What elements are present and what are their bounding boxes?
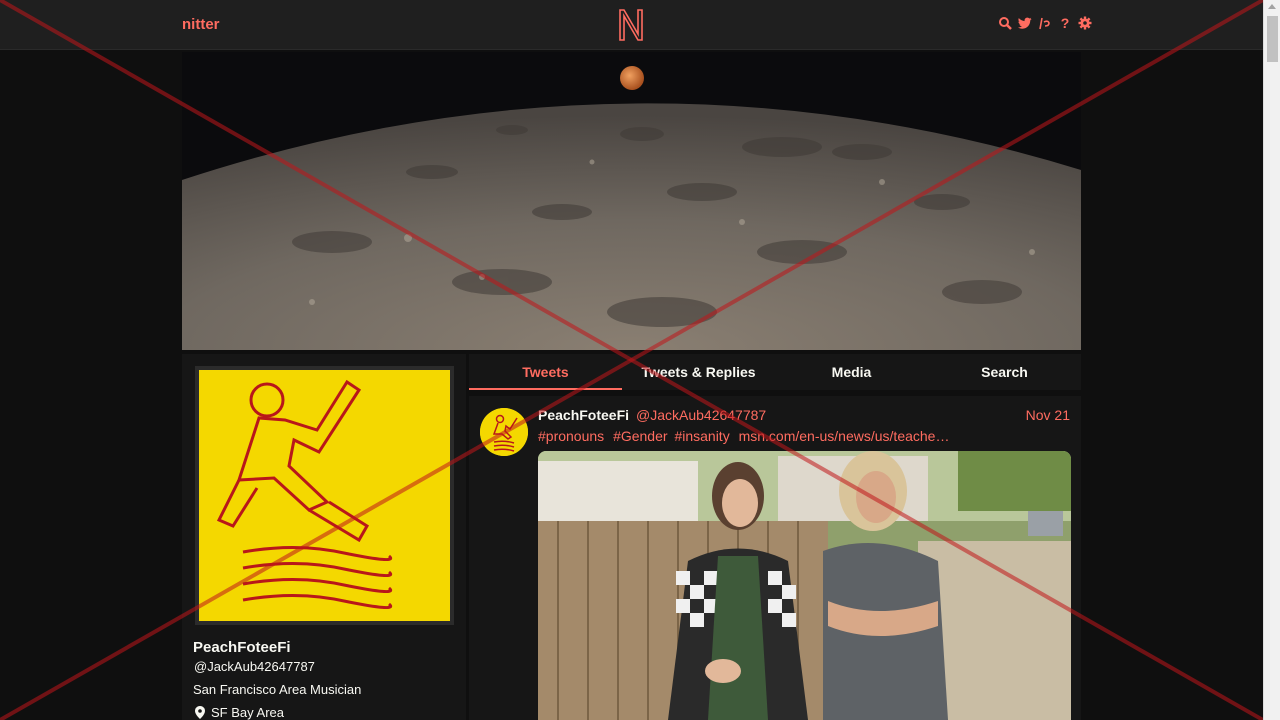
profile-location: SF Bay Area xyxy=(195,705,284,720)
twitter-icon[interactable] xyxy=(1018,15,1032,31)
help-icon[interactable]: ? xyxy=(1058,15,1072,31)
tab-tweets-replies[interactable]: Tweets & Replies xyxy=(622,354,775,390)
gear-icon[interactable] xyxy=(1078,15,1092,31)
search-icon[interactable] xyxy=(998,15,1012,31)
tweet-date[interactable]: Nov 21 xyxy=(1026,407,1070,423)
profile-location-text: SF Bay Area xyxy=(211,705,284,720)
tweet-url-link[interactable]: msn.com/en-us/news/us/teache… xyxy=(739,428,950,444)
profile-banner[interactable] xyxy=(182,52,1081,350)
tab-media[interactable]: Media xyxy=(775,354,928,390)
tweet-photo xyxy=(538,451,1071,720)
tweet-fullname[interactable]: PeachFoteeFi xyxy=(538,407,629,423)
instance-icon[interactable] xyxy=(1038,15,1052,31)
moon-banner-image xyxy=(182,52,1081,350)
brand-link[interactable]: nitter xyxy=(182,16,220,33)
top-navbar: nitter ? xyxy=(0,0,1263,50)
nitter-logo[interactable] xyxy=(617,7,645,43)
profile-card: PeachFoteeFi @JackAub42647787 San Franci… xyxy=(182,354,466,720)
nav-icons: ? xyxy=(998,15,1092,31)
tweet-content: #pronouns #Gender #insanity msn.com/en-u… xyxy=(538,428,954,444)
location-pin-icon xyxy=(195,706,205,719)
hashtag-link[interactable]: #pronouns xyxy=(538,428,604,444)
profile-username[interactable]: @JackAub42647787 xyxy=(194,659,315,674)
hashtag-link[interactable]: #insanity xyxy=(674,428,729,444)
tab-search[interactable]: Search xyxy=(928,354,1081,390)
profile-fullname[interactable]: PeachFoteeFi xyxy=(193,639,291,656)
tweet-username[interactable]: @JackAub42647787 xyxy=(636,407,766,423)
tweet-image[interactable] xyxy=(538,451,1071,720)
timeline-tabs: Tweets Tweets & Replies Media Search xyxy=(469,354,1081,390)
profile-avatar[interactable] xyxy=(195,366,454,625)
page-scrollbar[interactable] xyxy=(1263,0,1280,720)
slip-hazard-icon xyxy=(199,370,450,621)
profile-bio: San Francisco Area Musician xyxy=(193,682,362,697)
hashtag-link[interactable]: #Gender xyxy=(613,428,667,444)
timeline: PeachFoteeFi @JackAub42647787 Nov 21 #pr… xyxy=(469,396,1081,720)
scroll-up-arrow[interactable] xyxy=(1268,4,1276,9)
tab-tweets[interactable]: Tweets xyxy=(469,354,622,390)
scroll-thumb[interactable] xyxy=(1267,16,1278,62)
slip-hazard-icon xyxy=(480,408,528,456)
tweet-avatar[interactable] xyxy=(480,408,528,456)
